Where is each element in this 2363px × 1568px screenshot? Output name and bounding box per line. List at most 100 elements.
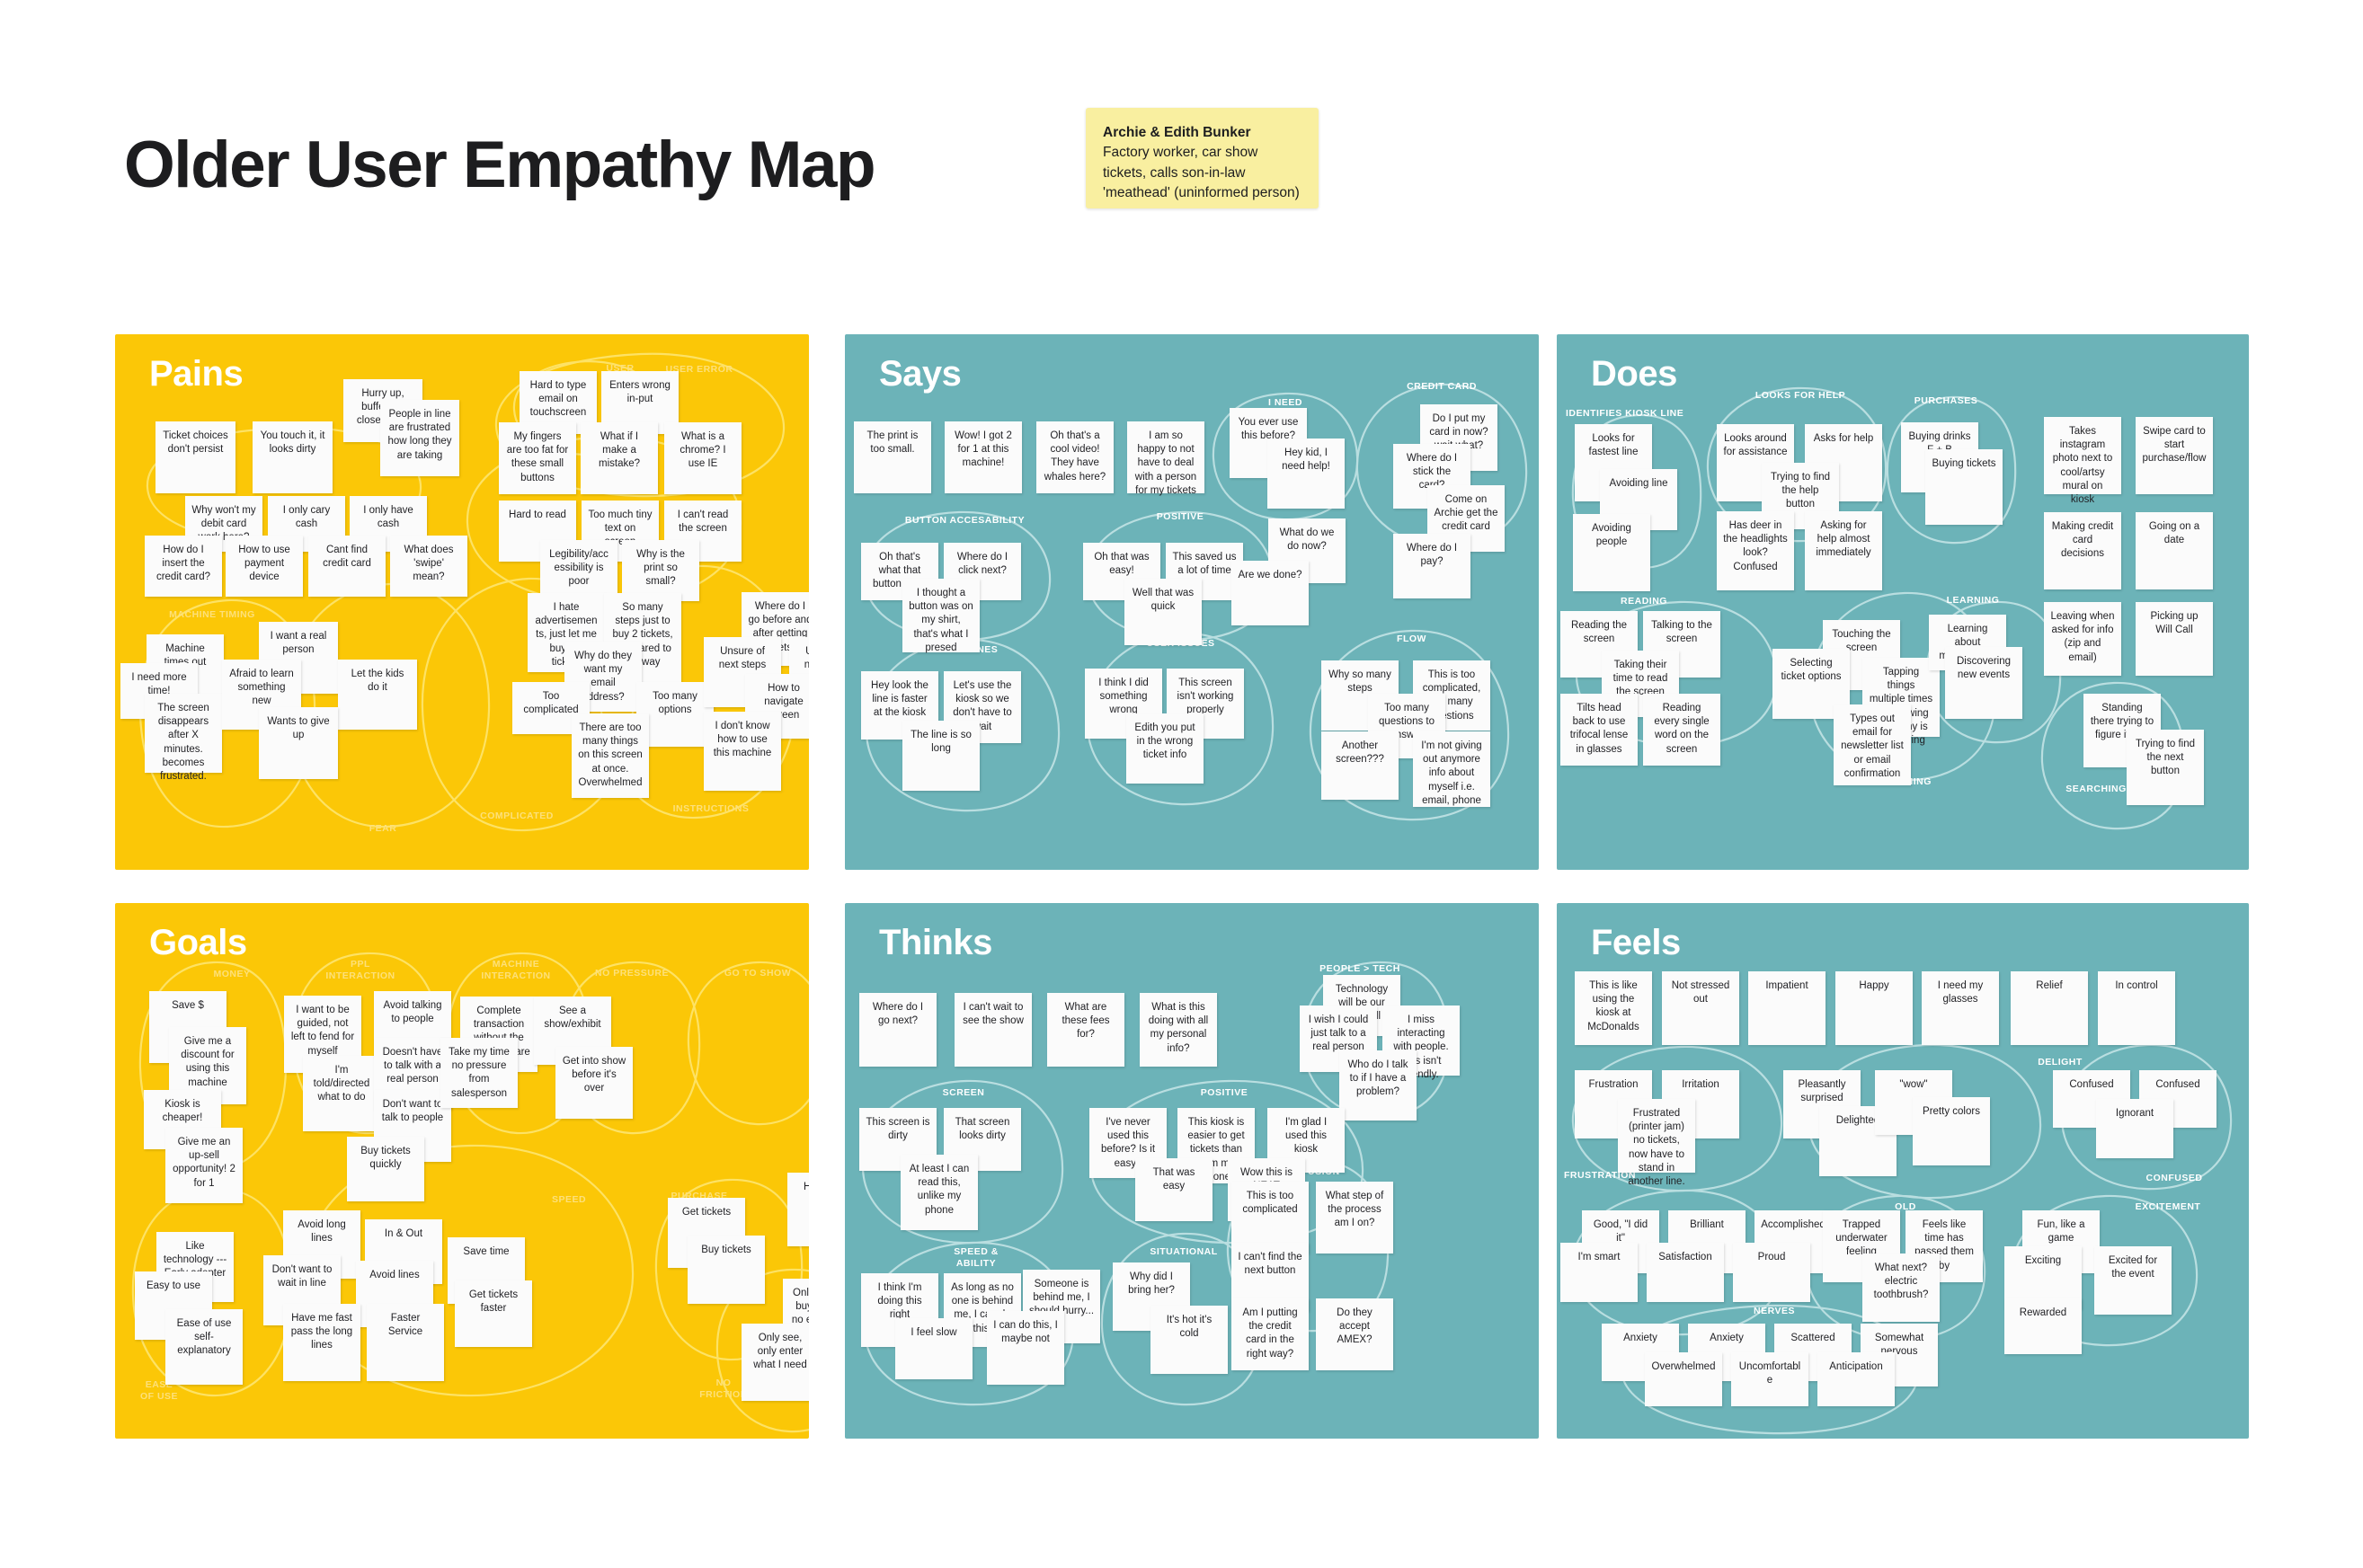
panel-thinks: Thinks PEOPLE > TECH SCREEN POSITIVE CON… xyxy=(845,903,1539,1439)
note: I'm smart xyxy=(1560,1243,1638,1302)
note: What next? electric toothbrush? xyxy=(1862,1254,1940,1322)
note: It's hot it's cold xyxy=(1150,1306,1228,1374)
note: Anticipation xyxy=(1817,1352,1895,1406)
note: Overwhelmed xyxy=(1645,1352,1722,1406)
note: Take my time no pressure from salesperso… xyxy=(440,1038,518,1108)
note: Where do I go next? xyxy=(859,993,937,1067)
note: Proud xyxy=(1733,1243,1810,1302)
note: Ease of use self-explanatory xyxy=(165,1309,243,1385)
note: Going on a date xyxy=(2136,512,2213,589)
note: Legibility/accessibility is poor xyxy=(540,540,617,601)
note: Pretty colors xyxy=(1913,1097,1990,1165)
note: I'm told/directed what to do xyxy=(303,1056,380,1131)
note: Reading every single word on the screen xyxy=(1643,694,1720,766)
note: That was easy xyxy=(1135,1158,1213,1221)
panel-says: Says I NEED HELP CREDIT CARD BUTTON ACCE… xyxy=(845,334,1539,870)
note: Rewarded xyxy=(2004,1298,2082,1354)
cluster-label-money: MONEY xyxy=(213,969,251,979)
cluster-label-go-to-show: GO TO SHOW xyxy=(724,968,792,979)
note: Only see, only enter what I need xyxy=(742,1324,809,1401)
note: What is this doing with all my personal … xyxy=(1140,993,1217,1067)
note: Excited for the event xyxy=(2094,1246,2172,1315)
note: In control xyxy=(2098,971,2175,1045)
cluster-label-excitement: EXCITEMENT xyxy=(2135,1201,2201,1212)
note: Who do I talk to if I have a problem? xyxy=(1339,1050,1417,1121)
note: Happy xyxy=(1835,971,1913,1045)
note: People in line are frustrated how long t… xyxy=(380,400,459,476)
persona-description: Factory worker, car show tickets, calls … xyxy=(1103,145,1300,201)
note: Have fun xyxy=(787,1173,809,1246)
note: Ticket choices don't persist xyxy=(155,421,235,493)
note: Uncomfortable xyxy=(1731,1352,1808,1406)
note: Frustrated (printer jam) no tickets, now… xyxy=(1618,1099,1695,1187)
cluster-label-machine-timing: MACHINE TIMING xyxy=(169,609,255,620)
cluster-label-speed-ability: SPEED & ABILITY xyxy=(954,1246,999,1270)
note: Are we done? xyxy=(1231,561,1309,625)
note: Not stressed out xyxy=(1662,971,1739,1045)
note: Discovering new events xyxy=(1945,647,2022,719)
note: Let the kids do it xyxy=(338,660,417,730)
cluster-label-instructions: INSTRUCTIONS xyxy=(672,803,750,814)
note: Making credit card decisions xyxy=(2044,512,2121,589)
cluster-label-reading: READING xyxy=(1621,596,1667,607)
note: Wow! I got 2 for 1 at this machine! xyxy=(945,421,1022,493)
note: Buy tickets quickly xyxy=(347,1137,424,1201)
panel-title-goals: Goals xyxy=(149,923,247,962)
note: I thought a button was on my shirt, that… xyxy=(902,579,980,653)
note: How do I insert the credit card? xyxy=(145,536,222,597)
note: Asking for help almost immediately xyxy=(1805,511,1882,590)
panel-title-says: Says xyxy=(879,354,962,394)
note: What step of the process am I on? xyxy=(1316,1182,1393,1254)
note: Takes instagram photo next to cool/artsy… xyxy=(2044,417,2121,505)
cluster-label-situational: SITUATIONAL xyxy=(1150,1246,1218,1257)
note: Impatient xyxy=(1748,971,1826,1045)
note: Oh that's a cool video! They have whales… xyxy=(1036,421,1114,493)
cluster-label-credit-card-says: CREDIT CARD xyxy=(1407,381,1477,392)
cluster-label-screen: SCREEN xyxy=(942,1087,985,1098)
note: The screen disappears after X minutes. b… xyxy=(145,694,222,782)
cluster-label-confused: CONFUSED xyxy=(2145,1173,2203,1183)
note: Tilts head back to use trifocal lense in… xyxy=(1560,694,1638,766)
note: Wants to give up xyxy=(259,707,338,779)
note: Why is the print so small? xyxy=(622,540,699,601)
note: I can't wait to see the show xyxy=(955,993,1032,1067)
note: Where do I pay? xyxy=(1393,534,1470,598)
note: Swipe card to start purchase/flow xyxy=(2136,417,2213,494)
note: Cant find credit card xyxy=(308,536,386,597)
cluster-label-people-gt-tech: PEOPLE > TECH xyxy=(1319,963,1400,974)
note: Am I putting the credit card in the righ… xyxy=(1231,1298,1309,1370)
note: Ignorant xyxy=(2096,1099,2173,1158)
note: I can do this, I maybe not xyxy=(987,1311,1064,1385)
panel-does: Does IDENTIFIES KIOSK LINE LOOKS FOR HEL… xyxy=(1557,334,2249,870)
note: Have me fast pass the long lines xyxy=(283,1304,360,1381)
note: The line is so long xyxy=(902,721,980,791)
note: This is like using the kiosk at McDonald… xyxy=(1575,971,1652,1045)
persona-note: Archie & Edith Bunker Factory worker, ca… xyxy=(1086,108,1319,208)
note: Buying tickets xyxy=(1925,449,2003,525)
note: I don't know how to use this machine xyxy=(704,712,781,791)
cluster-label-fear: FEAR xyxy=(369,823,397,834)
cluster-label-delight: DELIGHT xyxy=(2038,1057,2083,1067)
note: Give me an up-sell opportunity! 2 for 1 xyxy=(165,1128,243,1203)
cluster-label-button-accesability: BUTTON ACCESABILITY xyxy=(904,515,1026,526)
note: You touch it, it looks dirty xyxy=(253,421,333,493)
panel-title-feels: Feels xyxy=(1591,923,1681,962)
cluster-label-complicated: COMPLICATED xyxy=(480,811,554,821)
page-title: Older User Empathy Map xyxy=(124,128,876,201)
cluster-label-nerves: NERVES xyxy=(1754,1306,1795,1316)
note: I'm not giving out anymore info about my… xyxy=(1413,731,1490,807)
note: Trying to find the next button xyxy=(2127,730,2204,805)
note: Relief xyxy=(2011,971,2088,1045)
cluster-label-machine-interaction: MACHINE INTERACTION xyxy=(481,959,551,982)
cluster-label-positive-thinks: POSITIVE xyxy=(1200,1087,1248,1098)
cluster-loop-go-to-show xyxy=(687,961,809,1126)
cluster-label-learning: LEARNING xyxy=(1946,595,2000,606)
note: Leaving when asked for info (zip and ema… xyxy=(2044,602,2121,676)
note: Hey kid, I need help! xyxy=(1267,439,1345,509)
note: I feel slow xyxy=(895,1318,973,1379)
note: Well that was quick xyxy=(1124,579,1202,645)
panel-title-thinks: Thinks xyxy=(879,923,992,962)
note: I am so happy to not have to deal with a… xyxy=(1127,421,1204,496)
persona-name: Archie & Edith Bunker xyxy=(1103,125,1251,140)
note: Another screen??? xyxy=(1321,731,1399,800)
